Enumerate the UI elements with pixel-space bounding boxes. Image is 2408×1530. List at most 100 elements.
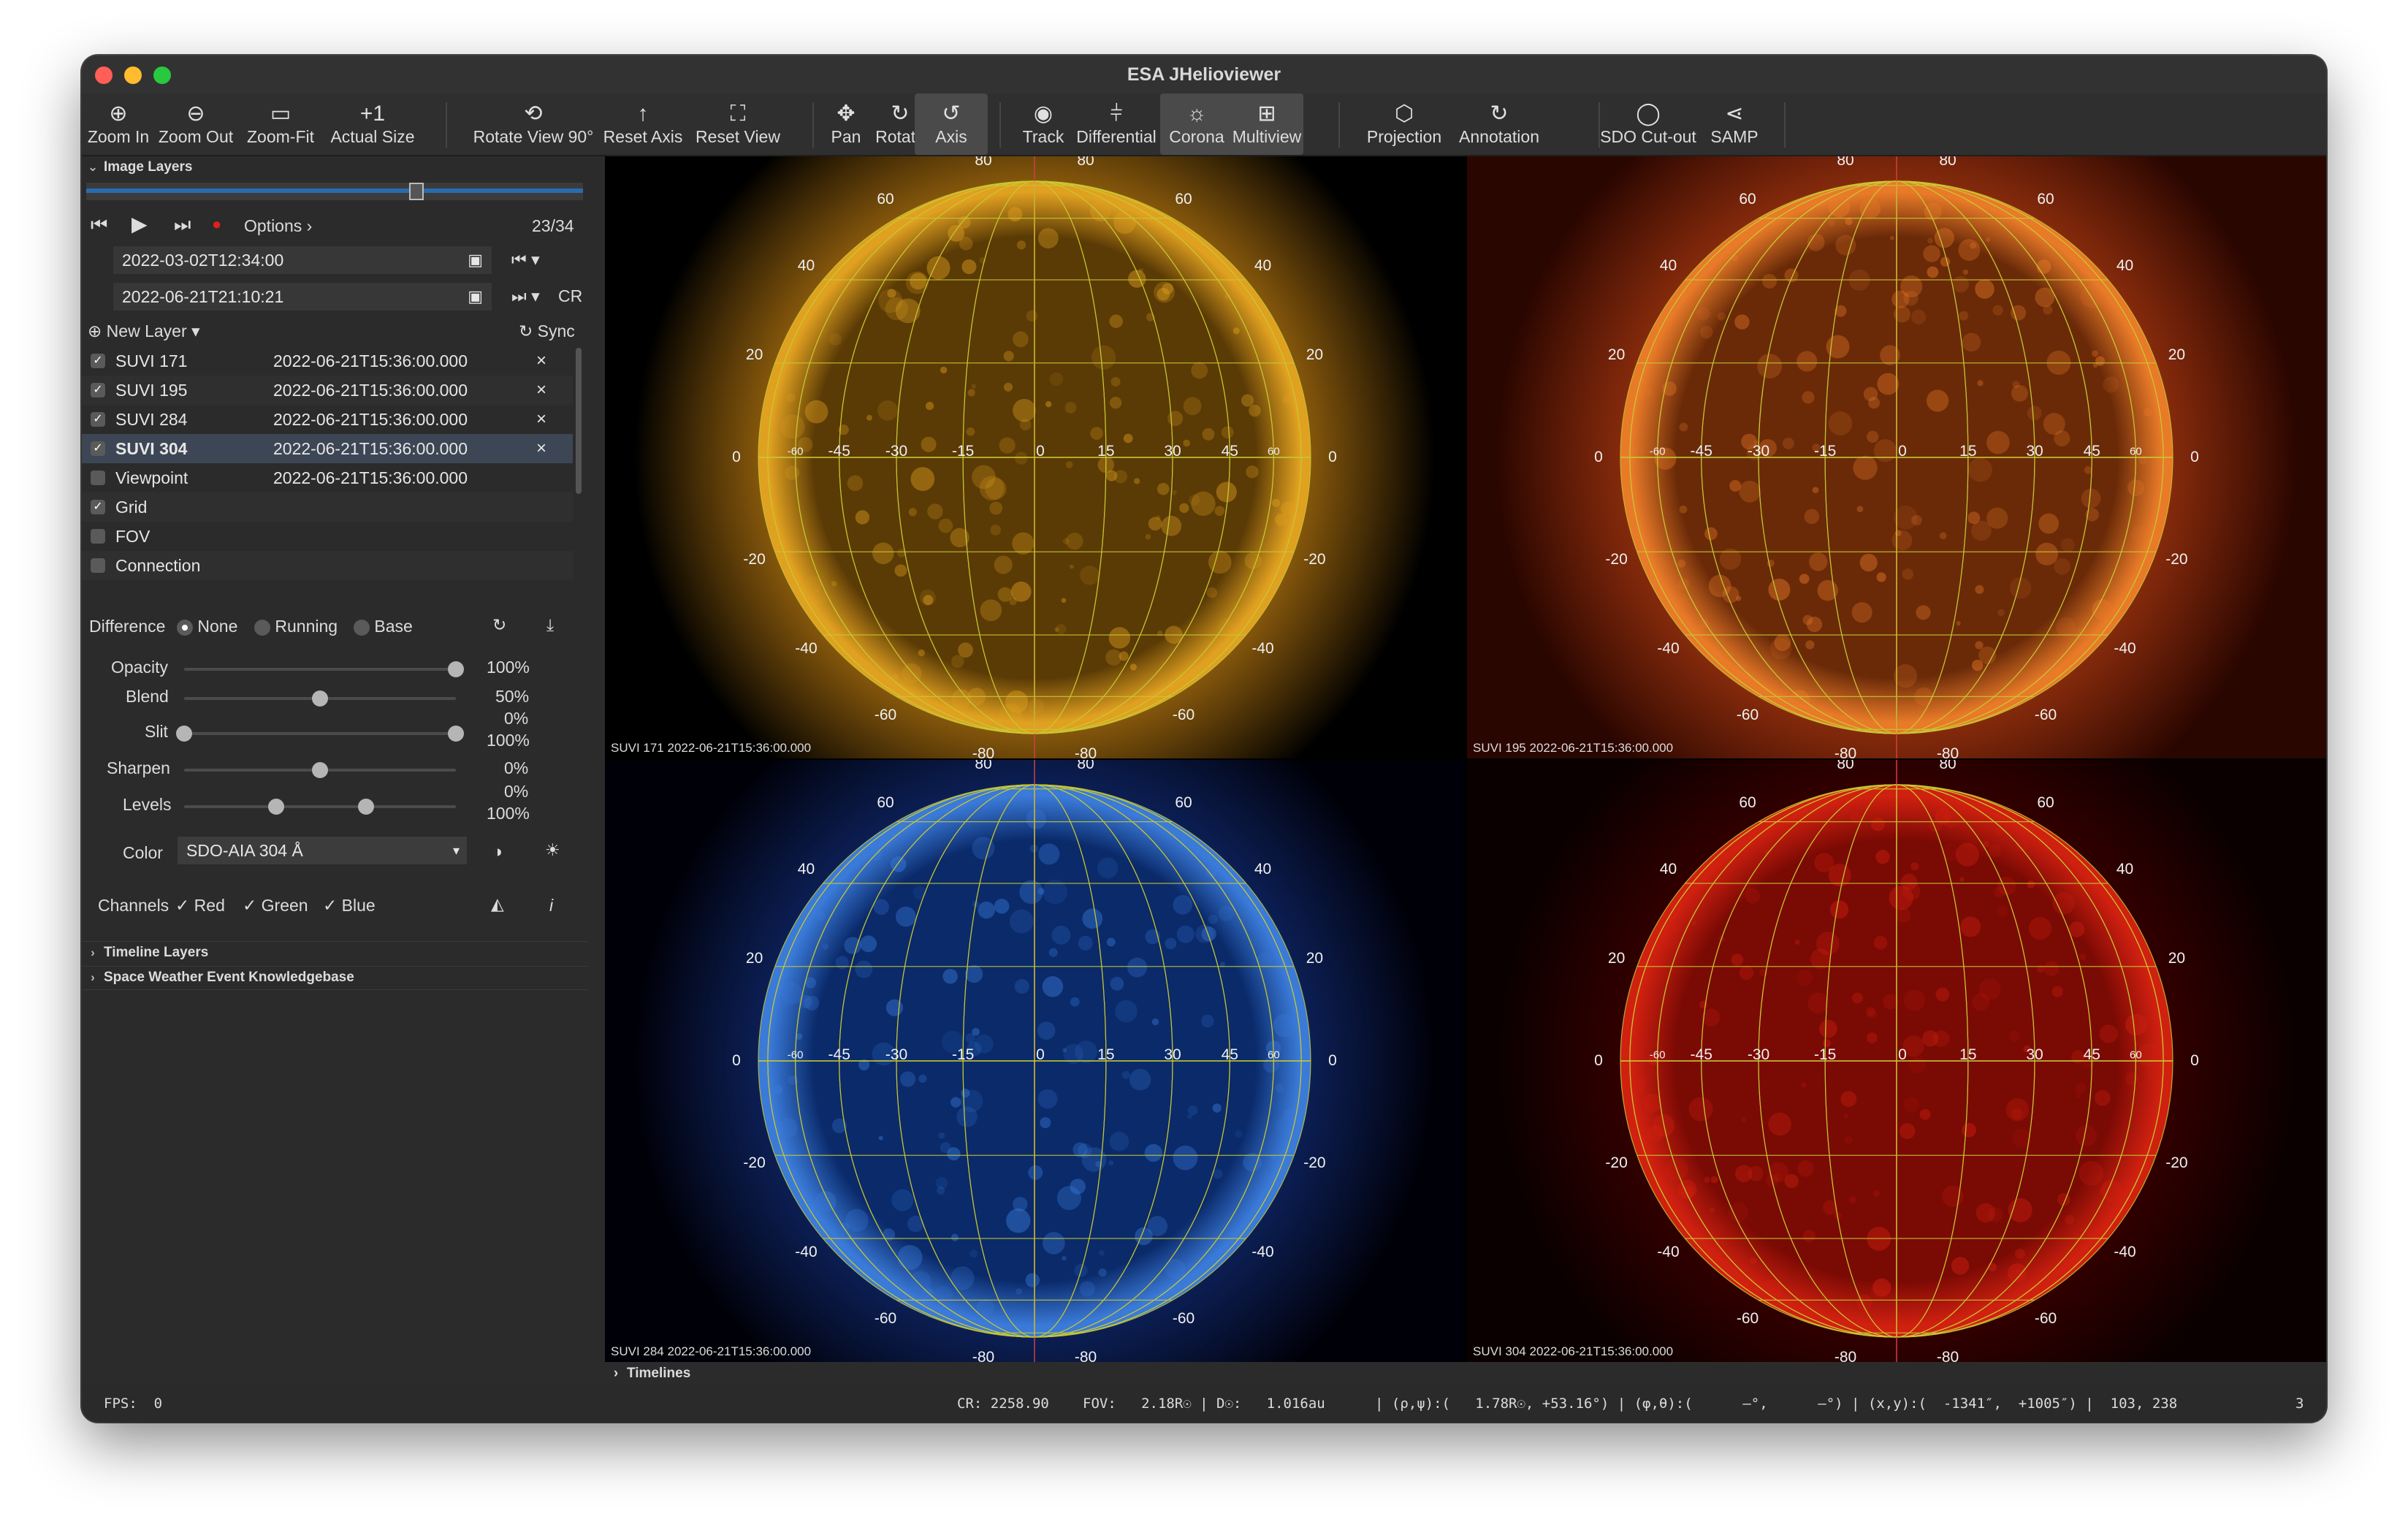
axis-button[interactable]: ↺ Axis [915,94,988,155]
download-icon[interactable]: ⤓ [546,615,554,635]
actual-size-button[interactable]: +1 Actual Size [330,94,414,155]
end-time-field[interactable]: 2022-06-21T21:10:21 ▣ [113,282,492,311]
slit-low-knob[interactable] [176,726,192,742]
projection-button[interactable]: ⬡ Projection [1367,94,1441,155]
layer-row[interactable]: ✓ SUVI 195 2022-06-21T15:36:00.000 × [82,376,573,405]
samp-button[interactable]: ⋖ SAMP [1698,94,1771,155]
play-button[interactable]: ▶ [132,212,148,236]
last-frame-button[interactable]: ⏭ ▾ [511,286,540,306]
difference-running-option[interactable]: Running [254,617,338,636]
layer-visibility-checkbox[interactable]: ✓ [91,412,105,427]
sun-panel[interactable]: 80 80 60 60 40 40 20 20 0 0 -20 -20 -40 -40 -60 -60 -80 -… [605,760,1464,1362]
opacity-slider[interactable] [184,668,456,671]
new-layer-button[interactable]: ⊕ New Layer ▾ [88,321,200,341]
zoom-in-icon: ⊕ [109,101,128,126]
timelines-header[interactable]: › Timelines [605,1362,2326,1385]
layer-row[interactable]: Viewpoint 2022-06-21T15:36:00.000 [82,463,573,492]
brightness-icon[interactable]: ☀ [545,840,560,860]
image-layers-header[interactable]: ⌄ Image Layers [82,156,587,178]
close-window-button[interactable] [95,66,113,84]
opacity-knob[interactable] [448,661,464,677]
levels-low-knob[interactable] [268,799,285,815]
sun-panel[interactable]: 80 80 60 60 40 40 20 20 0 0 -20 -20 -40 -40 -60 -60 -80 -… [1467,760,2326,1362]
remove-layer-icon[interactable]: × [536,409,546,430]
difference-base-option[interactable]: Base [354,617,413,636]
radio-none[interactable] [177,619,193,636]
color-select[interactable]: SDO-AIA 304 Å ▾ [177,836,468,865]
slit-high-knob[interactable] [448,726,464,742]
layer-visibility-checkbox[interactable]: ✓ [91,441,105,456]
layer-row[interactable]: ✓ SUVI 304 2022-06-21T15:36:00.000 × [82,434,573,463]
sync-button[interactable]: ↻ Sync [519,321,575,341]
channel-red-checkbox[interactable]: ✓ Red [175,896,225,916]
layer-visibility-checkbox[interactable]: ✓ [91,500,105,514]
rotate-view-button[interactable]: ⟲ Rotate View 90° [468,94,599,155]
info-icon[interactable]: i [549,896,553,916]
layer-visibility-checkbox[interactable] [91,471,105,485]
splitter-handle[interactable] [587,156,605,1385]
calendar-icon[interactable]: ▣ [468,251,483,270]
layer-list-scrollbar[interactable] [576,348,582,494]
timeline-scrubber[interactable] [86,183,583,200]
grid-latitude-label: -20 [743,550,766,568]
channel-blue-checkbox[interactable]: ✓ Blue [323,896,376,916]
grid-latitude-label: 60 [1175,190,1192,208]
sharpen-knob[interactable] [312,762,328,778]
levels-high-knob[interactable] [358,799,375,815]
timeline-handle[interactable] [409,183,424,200]
zoom-out-button[interactable]: ⊖ Zoom Out [159,94,233,155]
differential-button[interactable]: ⫩ Differential [1072,94,1160,155]
remove-layer-icon[interactable]: × [536,438,546,459]
layer-row[interactable]: ✓ SUVI 171 2022-06-21T15:36:00.000 × [82,346,573,376]
layer-visibility-checkbox[interactable]: ✓ [91,383,105,397]
toolbar-label: Zoom In [87,126,150,146]
sdo-cutout-button[interactable]: ◯ SDO Cut-out [1600,94,1696,155]
layer-row[interactable]: ✓ Grid [82,492,573,522]
refresh-icon[interactable]: ↻ [492,615,506,635]
grid-latitude-label: 80 [1939,760,1956,772]
annotation-button[interactable]: ↻ Annotation [1459,94,1539,155]
layer-row[interactable]: FOV [82,522,573,551]
reset-axis-button[interactable]: ↑ Reset Axis [603,94,683,155]
radio-running[interactable] [254,619,270,636]
start-time-field[interactable]: 2022-03-02T12:34:00 ▣ [113,246,492,275]
corona-button[interactable]: ☼ Corona [1160,94,1233,155]
swek-header[interactable]: › Space Weather Event Knowledgebase [82,966,587,989]
layer-row[interactable]: Connection [82,551,573,580]
options-button[interactable]: Options › [244,216,312,236]
multiview-viewport[interactable]: 80 80 60 60 40 40 20 20 0 0 -20 -20 -40 -40 -60 -60 -80 -… [605,156,2326,1362]
remove-layer-icon[interactable]: × [536,380,546,400]
step-back-button[interactable]: ⏮ [91,213,107,237]
first-frame-button[interactable]: ⏮ ▾ [511,250,540,270]
levels-slider[interactable] [184,805,456,808]
timeline-layers-header[interactable]: › Timeline Layers [82,941,587,964]
layer-visibility-checkbox[interactable] [91,558,105,573]
grid-longitude-label: -45 [1690,443,1712,460]
record-button[interactable]: ● [212,215,221,234]
histogram-icon[interactable]: ◭ [491,894,504,914]
layer-visibility-checkbox[interactable]: ✓ [91,354,105,368]
minimize-window-button[interactable] [124,66,142,84]
layer-row[interactable]: ✓ SUVI 284 2022-06-21T15:36:00.000 × [82,405,573,434]
sun-panel[interactable]: 80 80 60 60 40 40 20 20 0 0 -20 -20 -40 -40 -60 -60 -80 -… [1467,156,2326,758]
layer-visibility-checkbox[interactable] [91,529,105,544]
channel-green-checkbox[interactable]: ✓ Green [243,896,308,916]
zoom-window-button[interactable] [153,66,171,84]
slit-slider[interactable] [184,732,456,735]
track-button[interactable]: ◉ Track [1007,94,1080,155]
grid-latitude-label: -20 [1605,550,1628,568]
multiview-button[interactable]: ⊞ Multiview [1230,94,1303,155]
dropdown-arrow-icon: ▾ [452,842,460,858]
reset-view-button[interactable]: ⛶ Reset View [696,94,780,155]
difference-none-option[interactable]: None [177,617,237,636]
step-forward-button[interactable]: ⏭ [174,213,191,237]
calendar-icon[interactable]: ▣ [468,287,483,306]
sun-panel[interactable]: 80 80 60 60 40 40 20 20 0 0 -20 -20 -40 -40 -60 -60 -80 -… [605,156,1464,758]
radio-base[interactable] [354,619,370,636]
zoom-fit-button[interactable]: ▭ Zoom-Fit [244,94,317,155]
invert-icon[interactable]: ◑ [492,842,503,861]
cr-button[interactable]: CR [558,286,582,306]
blend-knob[interactable] [312,690,328,707]
remove-layer-icon[interactable]: × [536,351,546,371]
zoom-in-button[interactable]: ⊕ Zoom In [82,94,155,155]
